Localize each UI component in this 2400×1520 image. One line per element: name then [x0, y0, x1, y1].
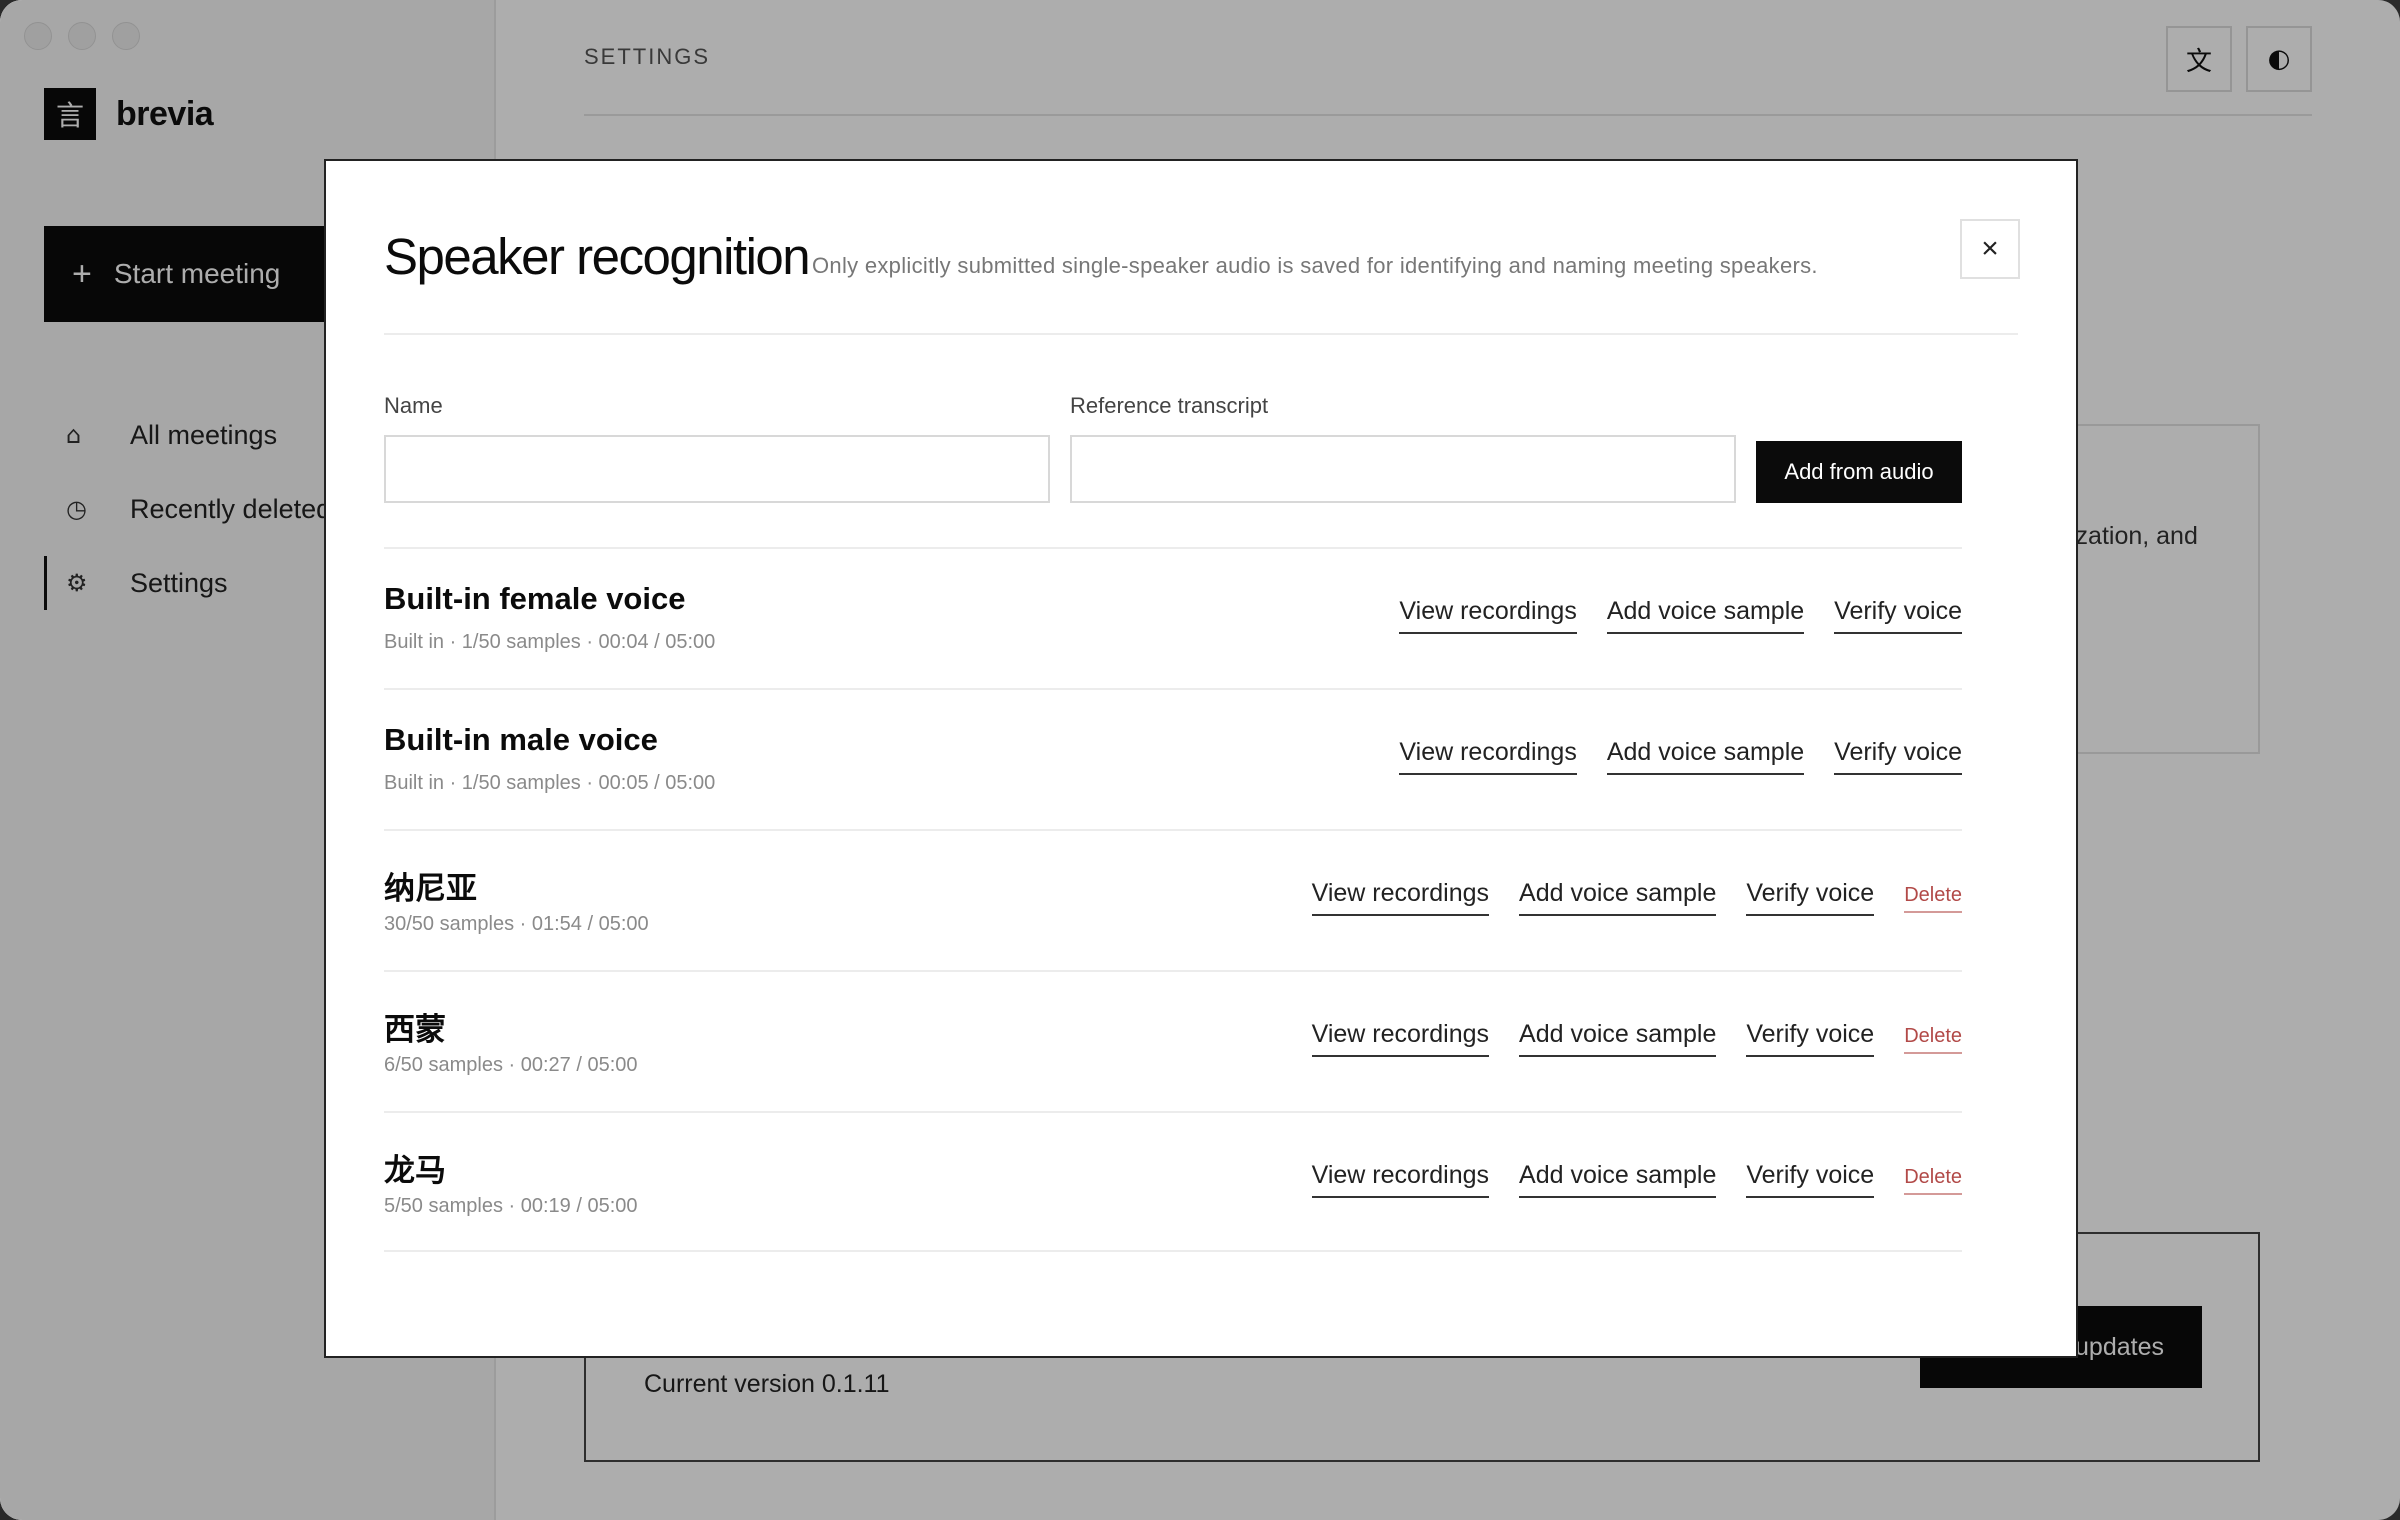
speaker-meta: 5/50 samples · 00:19 / 05:00 [384, 1195, 638, 1217]
reference-transcript-label: Reference transcript [1070, 393, 1269, 418]
dialog-title: Speaker recognition [384, 228, 811, 285]
speaker-actions: View recordings Add voice sample Verify … [1399, 597, 1962, 634]
speaker-row: 龙马 5/50 samples · 00:19 / 05:00 View rec… [384, 1111, 1962, 1252]
verify-voice-link[interactable]: Verify voice [1746, 879, 1875, 916]
speaker-row: Built-in female voice Built in · 1/50 sa… [384, 547, 1962, 688]
view-recordings-link[interactable]: View recordings [1311, 1020, 1490, 1057]
speaker-name: 龙马 [384, 1153, 446, 1188]
verify-voice-link[interactable]: Verify voice [1834, 597, 1962, 634]
speaker-meta: 6/50 samples · 00:27 / 05:00 [384, 1054, 638, 1076]
speaker-row: 纳尼亚 30/50 samples · 01:54 / 05:00 View r… [384, 829, 1962, 970]
name-label: Name [384, 393, 443, 418]
speaker-list: Built-in female voice Built in · 1/50 sa… [384, 547, 1962, 1252]
speaker-recognition-dialog: Speaker recognition Only explicitly subm… [324, 159, 2078, 1358]
verify-voice-link[interactable]: Verify voice [1746, 1020, 1875, 1057]
speaker-actions: View recordings Add voice sample Verify … [1311, 1020, 1962, 1057]
speaker-name: Built-in male voice [384, 722, 658, 757]
delete-speaker-link[interactable]: Delete [1904, 884, 1962, 913]
speaker-row: 西蒙 6/50 samples · 00:27 / 05:00 View rec… [384, 970, 1962, 1111]
speaker-name: 纳尼亚 [384, 871, 477, 906]
add-voice-sample-link[interactable]: Add voice sample [1519, 1020, 1717, 1057]
add-voice-sample-link[interactable]: Add voice sample [1606, 738, 1805, 775]
add-voice-sample-link[interactable]: Add voice sample [1519, 1161, 1717, 1198]
speaker-actions: View recordings Add voice sample Verify … [1399, 738, 1962, 775]
app-window: 言 brevia + Start meeting ⌂ All meetings … [0, 0, 2400, 1520]
close-icon: × [1981, 232, 1999, 265]
add-from-audio-button[interactable]: Add from audio [1756, 441, 1962, 503]
close-dialog-button[interactable]: × [1960, 219, 2020, 279]
delete-speaker-link[interactable]: Delete [1904, 1025, 1962, 1054]
speaker-meta: Built in · 1/50 samples · 00:04 / 05:00 [384, 631, 716, 653]
add-voice-sample-link[interactable]: Add voice sample [1519, 879, 1717, 916]
speaker-actions: View recordings Add voice sample Verify … [1311, 879, 1962, 916]
dialog-divider [384, 333, 2018, 335]
speaker-meta: 30/50 samples · 01:54 / 05:00 [384, 913, 649, 935]
view-recordings-link[interactable]: View recordings [1311, 879, 1490, 916]
view-recordings-link[interactable]: View recordings [1399, 738, 1577, 775]
dialog-subtitle: Only explicitly submitted single-speaker… [812, 253, 1818, 278]
verify-voice-link[interactable]: Verify voice [1746, 1161, 1875, 1198]
view-recordings-link[interactable]: View recordings [1311, 1161, 1490, 1198]
verify-voice-link[interactable]: Verify voice [1834, 738, 1962, 775]
name-input[interactable] [384, 435, 1050, 503]
delete-speaker-link[interactable]: Delete [1904, 1166, 1962, 1195]
speaker-name: 西蒙 [384, 1012, 446, 1047]
speaker-meta: Built in · 1/50 samples · 00:05 / 05:00 [384, 772, 716, 794]
speaker-row: Built-in male voice Built in · 1/50 samp… [384, 688, 1962, 829]
view-recordings-link[interactable]: View recordings [1399, 597, 1577, 634]
add-voice-sample-link[interactable]: Add voice sample [1606, 597, 1805, 634]
speaker-actions: View recordings Add voice sample Verify … [1311, 1161, 1962, 1198]
speaker-name: Built-in female voice [384, 581, 686, 616]
reference-transcript-input[interactable] [1070, 435, 1736, 503]
